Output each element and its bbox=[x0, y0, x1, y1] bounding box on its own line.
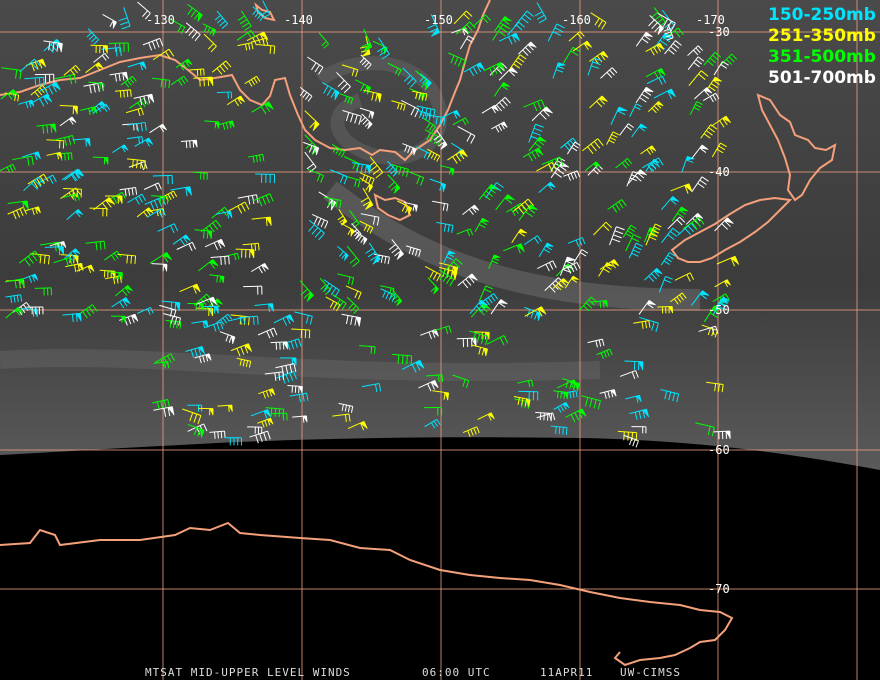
footer-date: 11APR11 bbox=[540, 666, 593, 679]
footer-time: 06:00 UTC bbox=[422, 666, 491, 679]
lat-label-70: -70 bbox=[708, 582, 730, 596]
legend-501-700mb: 501-700mb bbox=[768, 68, 876, 88]
lat-label-50: -50 bbox=[708, 303, 730, 317]
lon-label-140: -140 bbox=[284, 13, 313, 27]
lon-label-150: -150 bbox=[424, 13, 453, 27]
lon-label-130: -130 bbox=[146, 13, 175, 27]
footer-source: UW-CIMSS bbox=[620, 666, 681, 679]
lat-label-40: -40 bbox=[708, 165, 730, 179]
footer-satellite: MTSAT MID-UPPER LEVEL WINDS bbox=[145, 666, 351, 679]
satellite-image-area bbox=[0, 0, 880, 470]
coastline-antarctica bbox=[0, 521, 734, 667]
legend-251-350mb: 251-350mb bbox=[768, 26, 876, 46]
lon-label-160: -160 bbox=[562, 13, 591, 27]
weather-map: -130 -140 -150 -160 -170 -30 -40 -50 -60… bbox=[0, 0, 880, 680]
wind-map-canvas: -130 -140 -150 -160 -170 -30 -40 -50 -60… bbox=[0, 0, 880, 680]
legend-351-500mb: 351-500mb bbox=[768, 47, 876, 67]
legend-150-250mb: 150-250mb bbox=[768, 5, 876, 25]
lat-label-60: -60 bbox=[708, 443, 730, 457]
lat-label-30: -30 bbox=[708, 25, 730, 39]
